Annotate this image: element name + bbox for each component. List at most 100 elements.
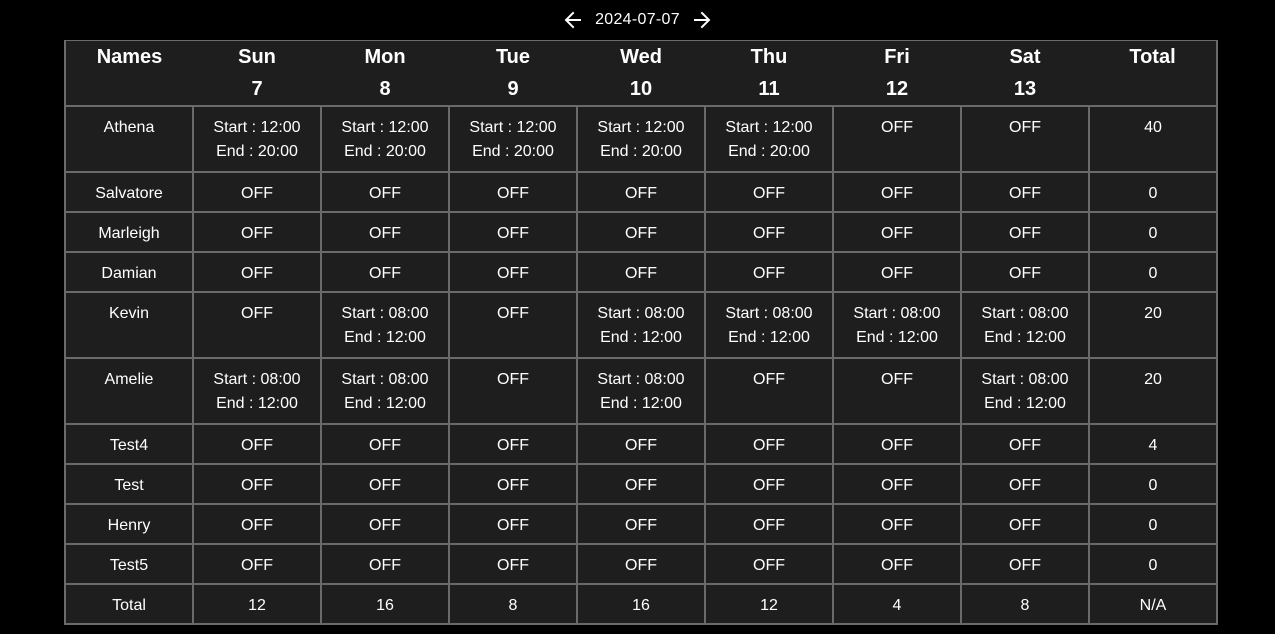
shift-cell[interactable]: OFF <box>704 171 834 213</box>
shift-cell[interactable]: OFF <box>192 463 322 505</box>
shift-cell[interactable]: OFF <box>192 171 322 213</box>
shift-cell[interactable]: OFF <box>832 105 962 173</box>
shift-cell[interactable]: OFF <box>320 171 450 213</box>
shift-cell[interactable]: OFF <box>448 291 578 359</box>
shift-line-start: OFF <box>881 517 913 534</box>
shift-cell[interactable]: OFF <box>960 463 1090 505</box>
shift-cell[interactable]: Start : 08:00 End : 12:00 <box>576 357 706 425</box>
shift-cell[interactable]: OFF <box>192 543 322 585</box>
shift-cell[interactable]: OFF <box>576 543 706 585</box>
shift-line-start: OFF <box>497 557 529 574</box>
shift-cell[interactable]: Start : 12:00 End : 20:00 <box>192 105 322 173</box>
shift-cell[interactable]: OFF <box>448 543 578 585</box>
day-total-cell: 16 <box>576 583 706 625</box>
shift-cell[interactable]: OFF <box>832 543 962 585</box>
shift-cell[interactable]: OFF <box>960 105 1090 173</box>
shift-cell[interactable]: OFF <box>832 357 962 425</box>
shift-cell[interactable]: Start : 12:00 End : 20:00 <box>448 105 578 173</box>
arrow-right-icon <box>693 11 711 29</box>
shift-cell[interactable]: OFF <box>704 251 834 293</box>
next-week-button[interactable] <box>690 8 714 32</box>
shift-cell[interactable]: OFF <box>448 251 578 293</box>
shift-cell[interactable]: OFF <box>320 543 450 585</box>
shift-line-start: Start : 08:00 <box>981 371 1069 388</box>
shift-line-end: End : 20:00 <box>216 143 298 160</box>
shift-cell[interactable]: OFF <box>448 463 578 505</box>
shift-cell[interactable]: OFF <box>448 503 578 545</box>
shift-cell[interactable]: Start : 08:00 End : 12:00 <box>832 291 962 359</box>
shift-cell[interactable]: OFF <box>960 503 1090 545</box>
shift-cell[interactable]: Start : 08:00 End : 12:00 <box>704 291 834 359</box>
shift-cell[interactable]: OFF <box>704 423 834 465</box>
shift-cell[interactable]: OFF <box>704 543 834 585</box>
shift-cell[interactable]: OFF <box>960 423 1090 465</box>
shift-cell[interactable]: OFF <box>320 251 450 293</box>
shift-cell[interactable]: OFF <box>576 423 706 465</box>
shift-cell[interactable]: Start : 08:00 End : 12:00 <box>960 357 1090 425</box>
shift-cell[interactable]: OFF <box>320 423 450 465</box>
shift-cell[interactable]: OFF <box>192 423 322 465</box>
total-header: Total <box>1089 40 1218 107</box>
shift-line-start: Start : 08:00 <box>213 371 301 388</box>
shift-cell[interactable]: Start : 12:00 End : 20:00 <box>704 105 834 173</box>
shift-line-start: OFF <box>497 185 529 202</box>
shift-cell[interactable]: OFF <box>192 251 322 293</box>
shift-cell[interactable]: Start : 12:00 End : 20:00 <box>320 105 450 173</box>
shift-cell[interactable]: OFF <box>576 503 706 545</box>
shift-cell[interactable]: Start : 08:00 End : 12:00 <box>320 357 450 425</box>
day-header: Wed 10 <box>577 40 705 107</box>
shift-cell[interactable]: OFF <box>576 171 706 213</box>
shift-cell[interactable]: OFF <box>192 291 322 359</box>
shift-line-start: OFF <box>753 517 785 534</box>
shift-cell[interactable]: Start : 08:00 End : 12:00 <box>192 357 322 425</box>
shift-cell[interactable]: OFF <box>448 357 578 425</box>
row-total-cell: 20 <box>1088 291 1218 359</box>
shift-cell[interactable]: OFF <box>320 211 450 253</box>
shift-cell[interactable]: Start : 08:00 End : 12:00 <box>320 291 450 359</box>
shift-cell[interactable]: OFF <box>960 211 1090 253</box>
table-row: Henry OFF OFF OFF OFF OFF OFF OFF 0 <box>64 503 1218 545</box>
day-total-cell: 8 <box>960 583 1090 625</box>
shift-cell[interactable]: OFF <box>448 211 578 253</box>
shift-cell[interactable]: OFF <box>704 211 834 253</box>
shift-cell[interactable]: OFF <box>832 423 962 465</box>
shift-cell[interactable]: OFF <box>832 503 962 545</box>
shift-cell[interactable]: OFF <box>832 211 962 253</box>
shift-line-start: OFF <box>753 265 785 282</box>
shift-line-start: OFF <box>753 477 785 494</box>
shift-line-end: End : 20:00 <box>472 143 554 160</box>
shift-cell[interactable]: OFF <box>832 171 962 213</box>
shift-cell[interactable]: Start : 08:00 End : 12:00 <box>960 291 1090 359</box>
shift-cell[interactable]: OFF <box>448 423 578 465</box>
shift-cell[interactable]: OFF <box>576 463 706 505</box>
shift-cell[interactable]: OFF <box>832 251 962 293</box>
shift-cell[interactable]: OFF <box>832 463 962 505</box>
shift-cell[interactable]: OFF <box>576 211 706 253</box>
shift-cell[interactable]: OFF <box>192 503 322 545</box>
shift-cell[interactable]: Start : 12:00 End : 20:00 <box>576 105 706 173</box>
shift-line-end: End : 12:00 <box>600 329 682 346</box>
shift-line-start: OFF <box>1009 437 1041 454</box>
shift-cell[interactable]: OFF <box>576 251 706 293</box>
shift-line-start: OFF <box>241 477 273 494</box>
shift-cell[interactable]: OFF <box>448 171 578 213</box>
shift-line-start: OFF <box>241 557 273 574</box>
shift-cell[interactable]: OFF <box>192 211 322 253</box>
shift-cell[interactable]: OFF <box>320 503 450 545</box>
previous-week-button[interactable] <box>561 8 585 32</box>
shift-cell[interactable]: Start : 08:00 End : 12:00 <box>576 291 706 359</box>
row-total-cell: 20 <box>1088 357 1218 425</box>
table-row: Damian OFF OFF OFF OFF OFF OFF OFF 0 <box>64 251 1218 293</box>
shift-cell[interactable]: OFF <box>960 543 1090 585</box>
shift-line-start: OFF <box>881 265 913 282</box>
shift-cell[interactable]: OFF <box>320 463 450 505</box>
shift-cell[interactable]: OFF <box>704 503 834 545</box>
shift-cell[interactable]: OFF <box>960 171 1090 213</box>
employee-name-cell: Marleigh <box>64 211 194 253</box>
shift-line-start: Start : 08:00 <box>341 371 429 388</box>
shift-line-start: OFF <box>753 437 785 454</box>
shift-line-start: OFF <box>625 557 657 574</box>
shift-cell[interactable]: OFF <box>704 463 834 505</box>
shift-cell[interactable]: OFF <box>704 357 834 425</box>
shift-cell[interactable]: OFF <box>960 251 1090 293</box>
